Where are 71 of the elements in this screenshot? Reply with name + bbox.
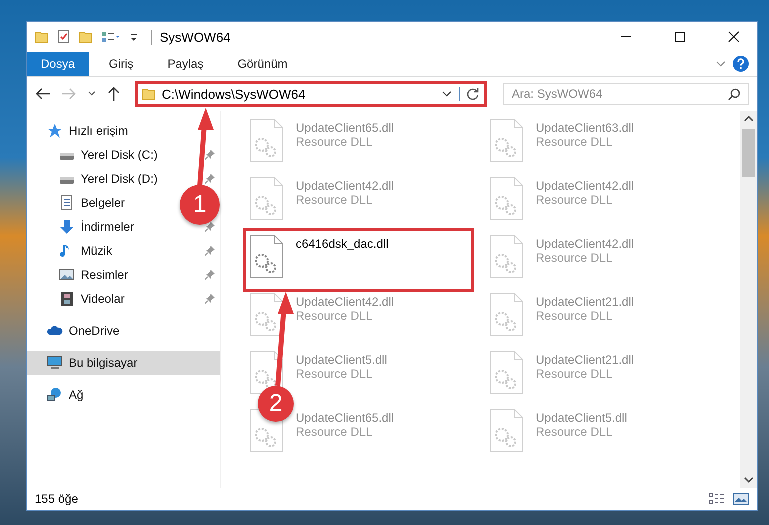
video-icon [59, 291, 75, 307]
file-name: UpdateClient21.dll [536, 295, 634, 309]
file-type: Resource DLL [536, 251, 614, 265]
file-type: Resource DLL [296, 135, 374, 149]
computer-icon [47, 355, 63, 371]
file-type: Resource DLL [536, 367, 614, 381]
pin-icon[interactable] [205, 150, 215, 160]
file-name: UpdateClient5.dll [296, 353, 388, 367]
file-type: Resource DLL [536, 309, 614, 323]
pin-icon[interactable] [205, 174, 215, 184]
file-type: Resource DLL [296, 193, 374, 207]
view-options-icon[interactable] [101, 30, 121, 44]
file-type: Resource DLL [536, 193, 614, 207]
scroll-thumb[interactable] [742, 129, 755, 177]
sidebar-item[interactable]: Videolar [27, 287, 133, 311]
file-item[interactable]: c6416dsk_dac.dll [246, 231, 471, 289]
sidebar-item[interactable]: Hızlı erişim [27, 119, 136, 143]
file-name: UpdateClient65.dll [296, 411, 394, 425]
file-type: Resource DLL [296, 367, 374, 381]
scroll-up-icon[interactable] [744, 115, 754, 123]
ribbon-tab[interactable]: Görünüm [224, 52, 302, 76]
sidebar-item[interactable]: Yerel Disk (C:) [27, 143, 166, 167]
ribbon-tab[interactable]: Dosya [27, 52, 90, 76]
sidebar-item[interactable]: Müzik [27, 239, 120, 263]
file-name: UpdateClient42.dll [536, 179, 634, 193]
large-icons-view-icon[interactable] [733, 493, 749, 505]
search-field[interactable]: Ara: SysWOW64 [503, 83, 749, 105]
file-name: c6416dsk_dac.dll [296, 237, 389, 251]
download-icon [59, 219, 75, 235]
file-name: UpdateClient42.dll [296, 295, 394, 309]
details-view-icon[interactable] [709, 493, 725, 505]
sidebar-item[interactable]: OneDrive [27, 319, 128, 343]
item-count: 155 öğe [35, 492, 78, 506]
back-arrow-icon[interactable] [35, 87, 51, 101]
window-title: SysWOW64 [151, 30, 231, 44]
folder-icon [142, 87, 156, 101]
scroll-down-icon[interactable] [744, 476, 754, 484]
document-icon [59, 195, 75, 211]
file-type: Resource DLL [536, 135, 614, 149]
sidebar-item[interactable]: İndirmeler [27, 215, 142, 239]
picture-icon [59, 267, 75, 283]
network-icon [47, 387, 63, 403]
file-name: UpdateClient65.dll [296, 121, 394, 135]
file-name: UpdateClient42.dll [536, 237, 634, 251]
sidebar-item[interactable]: Belgeler [27, 191, 134, 215]
sidebar-item[interactable]: Yerel Disk (D:) [27, 167, 166, 191]
properties-icon[interactable] [57, 30, 71, 44]
file-type: Resource DLL [296, 309, 374, 323]
sidebar-item[interactable]: Resimler [27, 263, 136, 287]
help-icon[interactable] [733, 56, 749, 72]
search-icon [728, 88, 741, 101]
star-icon [47, 123, 63, 139]
pin-icon[interactable] [205, 222, 215, 232]
up-arrow-icon[interactable] [107, 86, 121, 102]
scrollbar[interactable] [740, 111, 757, 488]
pin-icon[interactable] [205, 294, 215, 304]
address-bar[interactable]: C:\Windows\SysWOW64 [135, 81, 487, 107]
file-name: UpdateClient63.dll [536, 121, 634, 135]
pin-icon[interactable] [205, 270, 215, 280]
file-name: UpdateClient21.dll [536, 353, 634, 367]
file-type: Resource DLL [536, 425, 614, 439]
file-type: Resource DLL [296, 425, 374, 439]
file-name: UpdateClient5.dll [536, 411, 628, 425]
sidebar-item[interactable]: Ağ [27, 383, 92, 407]
sidebar-item[interactable]: Bu bilgisayar [27, 351, 220, 375]
file-name: UpdateClient42.dll [296, 179, 394, 193]
ribbon-tab[interactable]: Paylaş [154, 52, 218, 76]
refresh-icon[interactable] [459, 87, 480, 101]
pin-icon[interactable] [205, 246, 215, 256]
address-path: C:\Windows\SysWOW64 [162, 86, 307, 102]
ribbon-tab[interactable]: Giriş [95, 52, 148, 76]
